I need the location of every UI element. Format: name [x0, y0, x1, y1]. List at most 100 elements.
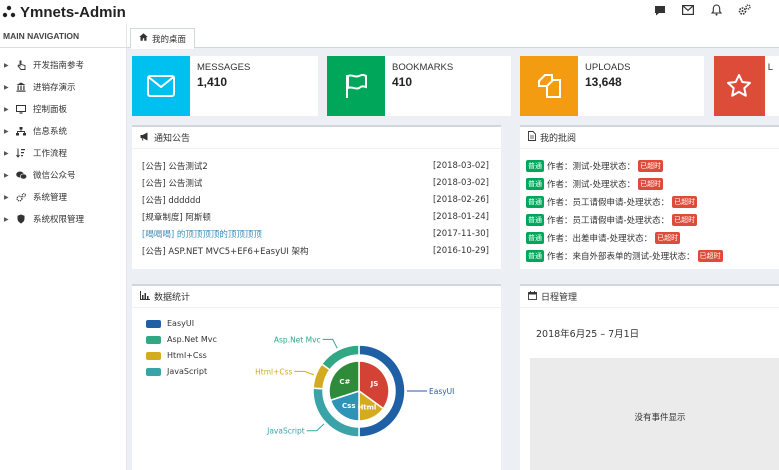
approval-text: 作者：测试-处理状态：	[547, 179, 636, 190]
approval-item[interactable]: 普通 作者：员工请假申请-处理状态： 已超时	[526, 211, 698, 228]
stat-icon-bg	[327, 56, 385, 116]
approval-item[interactable]: 普通 作者：员工请假申请-处理状态： 已超时	[526, 193, 698, 210]
notice-item[interactable]: [喝喝喝] 的顶顶顶顶的顶顶顶顶 [2017-11-30]	[142, 225, 489, 242]
calendar-empty-text: 没有事件显示	[634, 413, 686, 423]
notice-panel: 通知公告 [公告] 公告测试2 [2018-03-02] [公告] 公告测试 […	[132, 125, 501, 269]
stats-panel: 数据统计 EasyUI Asp.Net Mvc Html+Css JavaScr…	[132, 284, 501, 470]
caret-right-icon: ▶	[4, 83, 9, 91]
caret-right-icon: ▶	[4, 149, 9, 157]
sidebar-item-label: 微信公众号	[33, 171, 76, 181]
approval-text: 作者：员工请假申请-处理状态：	[547, 197, 670, 208]
sidebar-item-permissions[interactable]: ▶ 系统权限管理	[0, 208, 126, 230]
pie-chart: EasyUI JavaScript Html+Css Asp.Net Mvc JS Htm…	[255, 335, 454, 438]
badge-overdue: 已超时	[638, 177, 664, 190]
chat-icon[interactable]	[653, 3, 667, 17]
sidebar-item-control-panel[interactable]: ▶ 控制面板	[0, 98, 126, 120]
logo-icon	[2, 5, 16, 18]
caret-right-icon: ▶	[4, 105, 9, 113]
panel-title: 日程管理	[541, 293, 578, 303]
panel-header: 我的批阅	[520, 127, 779, 149]
stat-value: 410	[392, 75, 413, 89]
home-icon	[139, 33, 148, 44]
badge-normal: 普通	[526, 231, 544, 244]
approval-panel: 我的批阅 普通 作者：测试-处理状态： 已超时 普通 作者：测试-处理状态： 已…	[520, 125, 779, 269]
notice-date: [2018-02-26]	[432, 194, 489, 205]
notice-date: [2017-11-30]	[432, 228, 489, 239]
notice-title: [公告] dddddd	[142, 195, 201, 206]
sidebar-item-system-admin[interactable]: ▶ 系统管理	[0, 186, 126, 208]
approval-item[interactable]: 普通 作者：测试-处理状态： 已超时	[526, 157, 664, 174]
cogs-icon	[12, 192, 30, 202]
sidebar-item-label: 系统权限管理	[33, 215, 85, 225]
sidebar-item-wechat[interactable]: ▶ 微信公众号	[0, 164, 126, 186]
pie-inner-label: Html	[357, 404, 376, 412]
notice-title: [喝喝喝] 的顶顶顶顶的顶顶顶顶	[142, 229, 262, 240]
bank-icon	[12, 82, 30, 92]
notice-item[interactable]: [公告] dddddd [2018-02-26]	[142, 191, 489, 208]
tab-strip: 我的桌面	[127, 24, 779, 49]
cogs-icon[interactable]	[737, 3, 751, 17]
stat-box-likes[interactable]: L	[714, 56, 779, 116]
approval-item[interactable]: 普通 作者：出差申请-处理状态： 已超时	[526, 229, 681, 246]
sort-icon	[12, 148, 30, 158]
notice-date: [2016-10-29]	[432, 245, 489, 256]
stat-icon-bg	[714, 56, 765, 116]
sidebar-item-dev-guide[interactable]: ▶ 开发指南参考	[0, 54, 126, 76]
badge-overdue: 已超时	[697, 249, 723, 262]
stat-value: 13,648	[585, 75, 622, 89]
notice-item[interactable]: [公告] 公告测试2 [2018-03-02]	[142, 157, 489, 174]
caret-right-icon: ▶	[4, 215, 9, 223]
pie-inner-label: C#	[339, 378, 350, 386]
notice-item[interactable]: [公告] ASP.NET MVC5+EF6+EasyUI 架构 [2016-10…	[142, 242, 489, 259]
pie-inner-label: Css	[342, 402, 355, 410]
panel-header: 日程管理	[520, 286, 779, 308]
notice-item[interactable]: [规章制度] 阿斯顿 [2018-01-24]	[142, 208, 489, 225]
approval-item[interactable]: 普通 作者：测试-处理状态： 已超时	[526, 175, 664, 192]
badge-overdue: 已超时	[638, 159, 664, 172]
flag-icon	[346, 73, 367, 98]
badge-normal: 普通	[526, 195, 544, 208]
sidebar-item-inventory-demo[interactable]: ▶ 进销存演示	[0, 76, 126, 98]
stat-icon-bg	[520, 56, 578, 116]
notice-title: [公告] 公告测试2	[142, 161, 208, 172]
star-icon	[727, 74, 752, 97]
calendar-range: 2018年6月25 – 7月1日	[536, 329, 640, 340]
panel-header: 通知公告	[132, 127, 501, 149]
sidebar-item-label: 系统管理	[33, 193, 68, 203]
notice-title: [规章制度] 阿斯顿	[142, 212, 211, 223]
notice-title: [公告] 公告测试	[142, 178, 203, 189]
pie-outer-label: EasyUI	[429, 387, 454, 396]
hand-pointer-icon	[12, 60, 30, 70]
notice-date: [2018-03-02]	[432, 160, 489, 171]
app-title: Ymnets-Admin	[20, 3, 126, 21]
pie-leader-line	[294, 370, 315, 376]
approval-text: 作者：测试-处理状态：	[547, 161, 636, 172]
stat-box-uploads[interactable]: UPLOADS 13,648	[520, 56, 704, 116]
approval-item[interactable]: 普通 作者：来自外部表单的测试-处理状态： 已超时	[526, 247, 723, 264]
pie-leader-line	[306, 423, 325, 432]
badge-normal: 普通	[526, 159, 544, 172]
caret-right-icon: ▶	[4, 171, 9, 179]
main-content: MESSAGES 1,410 BOOKMARKS 410 UPLOADS 13,…	[127, 48, 779, 470]
mail-icon[interactable]	[681, 3, 695, 17]
sidebar-item-info-system[interactable]: ▶ 信息系统	[0, 120, 126, 142]
sidebar-item-label: 信息系统	[33, 127, 68, 137]
calendar-empty-area[interactable]: 没有事件显示	[530, 358, 779, 470]
sidebar-item-workflow[interactable]: ▶ 工作流程	[0, 142, 126, 164]
notice-item[interactable]: [公告] 公告测试 [2018-03-02]	[142, 174, 489, 191]
calendar-panel: 日程管理 2018年6月25 – 7月1日 没有事件显示	[520, 284, 779, 470]
monitor-icon	[12, 104, 30, 114]
sidebar: MAIN NAVIGATION ▶ 开发指南参考 ▶ 进销存演示 ▶ 控制面板 …	[0, 24, 127, 470]
envelope-icon	[147, 75, 175, 97]
caret-right-icon: ▶	[4, 127, 9, 135]
stat-box-messages[interactable]: MESSAGES 1,410	[132, 56, 318, 116]
panel-title: 我的批阅	[540, 134, 577, 144]
panel-title: 通知公告	[154, 134, 191, 144]
stat-label: UPLOADS	[585, 62, 631, 73]
file-icon	[528, 131, 536, 144]
bullhorn-icon	[140, 132, 150, 144]
bell-icon[interactable]	[709, 3, 723, 17]
logo[interactable]: Ymnets-Admin	[2, 2, 126, 22]
stat-box-bookmarks[interactable]: BOOKMARKS 410	[327, 56, 511, 116]
tab-my-desktop[interactable]: 我的桌面	[130, 28, 196, 49]
